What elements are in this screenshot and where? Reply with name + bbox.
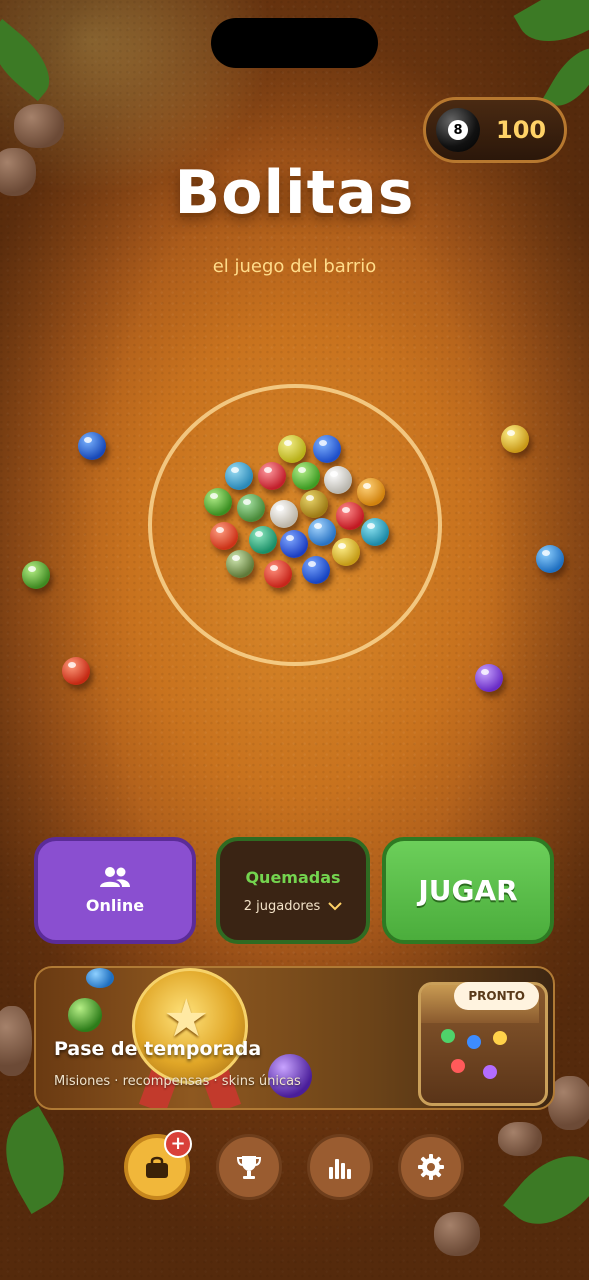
- eight-ball-number: 8: [448, 120, 468, 140]
- marble: [292, 462, 320, 490]
- stats-icon: [329, 1159, 351, 1179]
- marble: [332, 538, 360, 566]
- rock-decoration: [434, 1212, 480, 1256]
- marble: [204, 488, 232, 516]
- coming-soon-badge: PRONTO: [454, 982, 539, 1010]
- player-count: 2 jugadores: [243, 898, 321, 914]
- rock-decoration: [14, 104, 64, 148]
- marble: [264, 560, 292, 588]
- marble: [501, 425, 529, 453]
- marble: [68, 998, 102, 1032]
- gem: [451, 1059, 465, 1073]
- chevron-down-icon: [328, 901, 342, 910]
- game-title: Bolitas: [174, 158, 415, 228]
- marble: [237, 494, 265, 522]
- marble: [210, 522, 238, 550]
- gem: [483, 1065, 497, 1079]
- coin-counter[interactable]: 8 100: [423, 97, 567, 163]
- marble: [308, 518, 336, 546]
- trophy-button[interactable]: [216, 1134, 282, 1200]
- coin-value: 100: [496, 116, 547, 144]
- marble: [536, 545, 564, 573]
- gem: [441, 1029, 455, 1043]
- marble: [78, 432, 106, 460]
- game-mode-selector[interactable]: Quemadas 2 jugadores: [216, 837, 370, 944]
- season-pass-title: Pase de temporada: [54, 1038, 262, 1060]
- marble: [226, 550, 254, 578]
- medal-icon: ★: [132, 968, 248, 1084]
- marble: [278, 435, 306, 463]
- rock-decoration: [0, 1006, 32, 1076]
- marble: [280, 530, 308, 558]
- marble: [302, 556, 330, 584]
- online-button[interactable]: Online: [34, 837, 196, 944]
- shop-button[interactable]: +: [124, 1130, 192, 1200]
- stats-button[interactable]: [307, 1134, 373, 1200]
- season-pass-subtitle: Misiones · recompensas · skins únicas: [54, 1074, 301, 1089]
- marble: [258, 462, 286, 490]
- play-button[interactable]: JUGAR: [382, 837, 554, 944]
- shop-bag-icon: [146, 1156, 168, 1178]
- online-label: Online: [85, 896, 145, 915]
- marble: [62, 657, 90, 685]
- people-icon: [100, 867, 130, 887]
- notification-badge: +: [164, 1130, 192, 1158]
- marble: [300, 490, 328, 518]
- marble-ring: [148, 384, 442, 666]
- marble: [270, 500, 298, 528]
- marble: [357, 478, 385, 506]
- marble: [313, 435, 341, 463]
- marble: [86, 968, 114, 988]
- marble: [336, 502, 364, 530]
- gem: [467, 1035, 481, 1049]
- game-subtitle: el juego del barrio: [212, 256, 377, 277]
- settings-button[interactable]: [398, 1134, 464, 1200]
- rock-decoration: [498, 1122, 542, 1156]
- season-pass-banner[interactable]: ★ PRONTO Pase de temporada Misiones · re…: [34, 966, 555, 1110]
- marble: [249, 526, 277, 554]
- play-label: JUGAR: [418, 874, 518, 907]
- device-notch: [211, 18, 378, 68]
- marble: [22, 561, 50, 589]
- game-mode-name: Quemadas: [245, 867, 341, 887]
- marble: [361, 518, 389, 546]
- marble: [475, 664, 503, 692]
- marble: [324, 466, 352, 494]
- gem: [493, 1031, 507, 1045]
- trophy-icon: [236, 1156, 262, 1179]
- marble: [225, 462, 253, 490]
- eight-ball-icon: 8: [436, 108, 480, 152]
- settings-icon: [418, 1154, 444, 1180]
